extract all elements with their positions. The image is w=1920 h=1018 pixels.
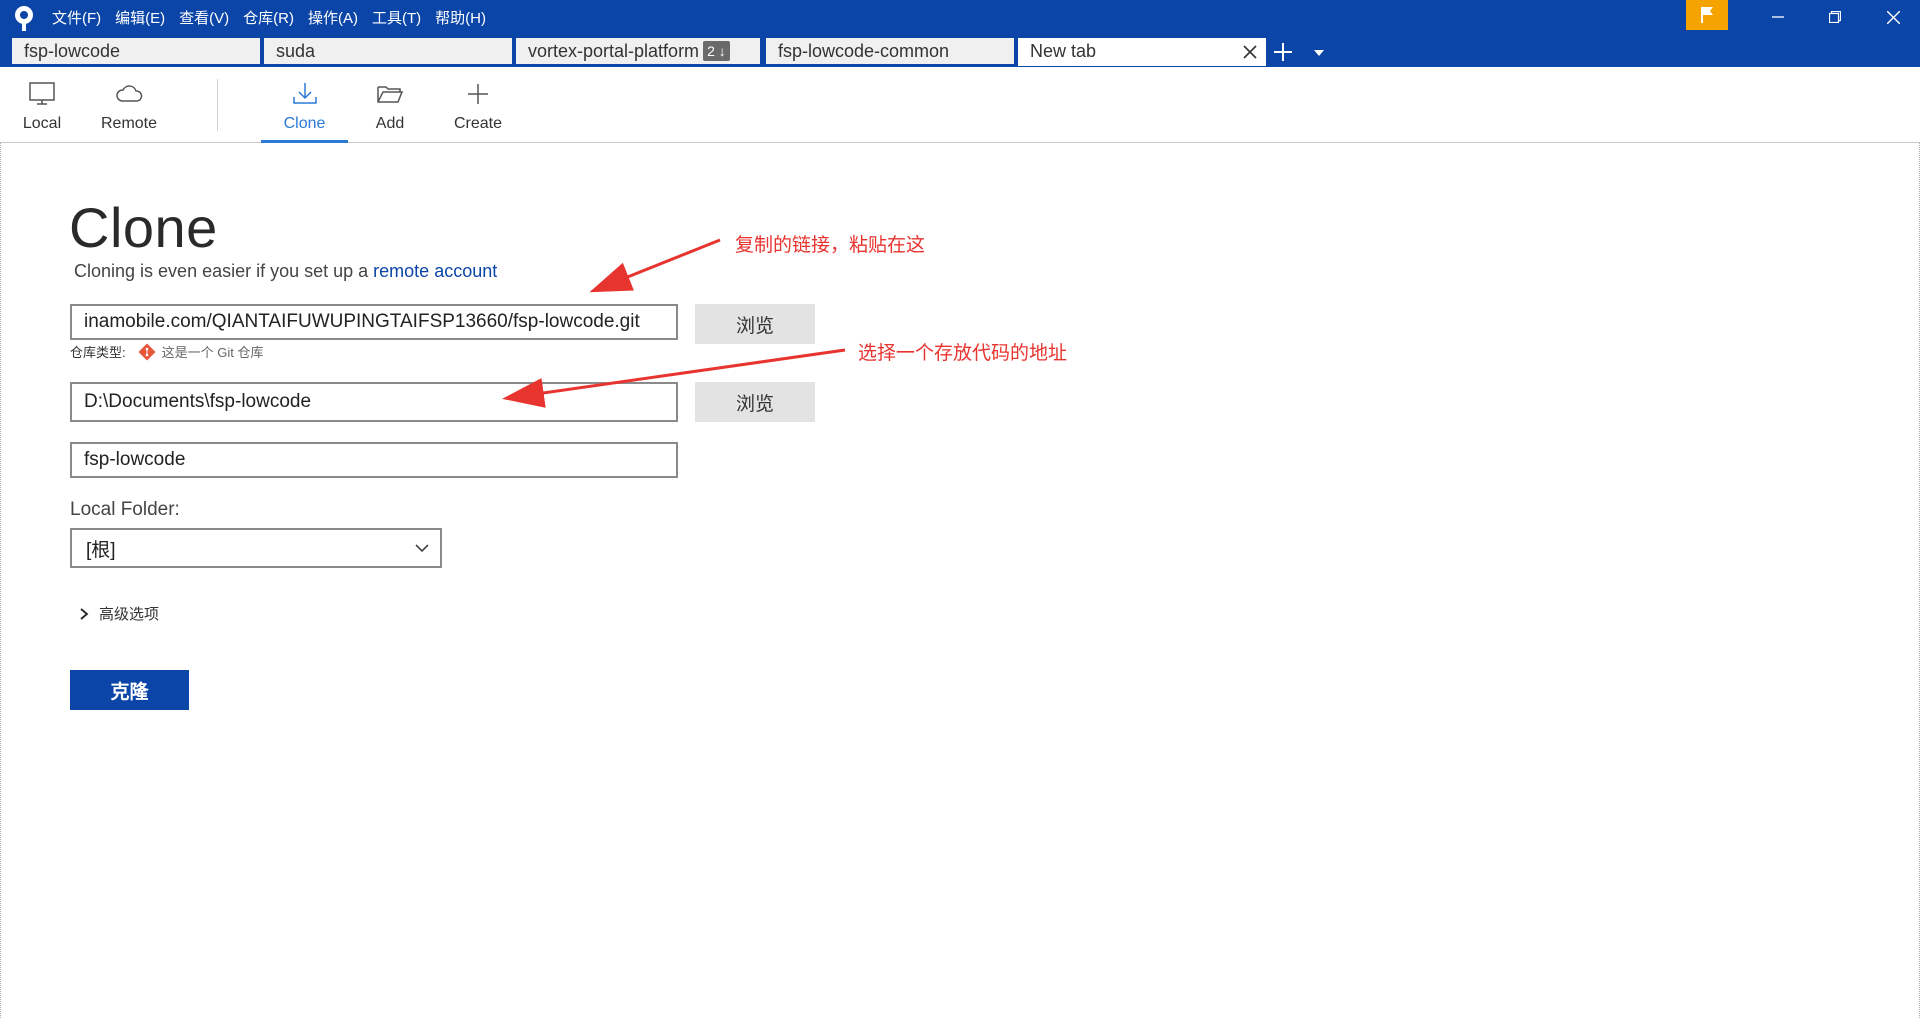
flag-icon [1701, 7, 1713, 23]
toolbar-separator [217, 79, 218, 131]
remote-account-link[interactable]: remote account [373, 261, 497, 281]
clone-panel: Clone Cloning is even easier if you set … [0, 143, 1920, 1018]
tab-label: fsp-lowcode-common [778, 40, 950, 61]
toolbar-clone-label: Clone [283, 115, 326, 132]
tab-label: New tab [1030, 40, 1097, 61]
minimize-button[interactable] [1755, 0, 1801, 34]
monitor-icon [29, 82, 55, 105]
menu-actions[interactable]: 操作(A) [308, 7, 358, 28]
annotation-choose-path: 选择一个存放代码的地址 [858, 343, 1068, 364]
restore-icon [1829, 11, 1841, 23]
local-folder-value: [根] [86, 539, 116, 561]
toolbar-local-label: Local [22, 115, 62, 132]
advanced-options-toggle[interactable]: 高级选项 [79, 603, 159, 624]
git-icon [138, 343, 156, 360]
repo-name-input[interactable] [70, 442, 678, 478]
menu-view[interactable]: 查看(V) [179, 7, 229, 28]
toolbar-clone[interactable]: Clone [261, 67, 348, 143]
toolbar: Local Remote Clone Add Create [0, 67, 1920, 143]
close-tab-icon[interactable] [1240, 42, 1260, 62]
subtitle-text: Cloning is even easier if you set up a [74, 261, 374, 281]
repo-type-label: 仓库类型: [70, 345, 126, 360]
destination-path-input[interactable] [70, 382, 678, 422]
browse-destination-button[interactable]: 浏览 [695, 382, 815, 422]
add-tab-icon[interactable] [1272, 41, 1294, 63]
folder-open-icon [377, 86, 404, 103]
menu-edit[interactable]: 编辑(E) [115, 7, 165, 28]
menu-help[interactable]: 帮助(H) [435, 7, 486, 28]
subtitle: Cloning is even easier if you set up a r… [74, 261, 497, 282]
tab-vortex-portal-platform[interactable]: vortex-portal-platform 2 ↓ [516, 38, 760, 66]
menu-bar: 文件(F) 编辑(E) 查看(V) 仓库(R) 操作(A) 工具(T) 帮助(H… [52, 0, 500, 34]
pull-count-badge: 2 ↓ [703, 41, 730, 61]
tab-label: vortex-portal-platform [528, 40, 700, 61]
flag-button[interactable] [1686, 0, 1728, 30]
annotation-paste-link: 复制的链接，粘贴在这 [735, 235, 926, 256]
repo-type-row: 仓库类型: 这是一个 Git 仓库 [70, 342, 263, 361]
toolbar-add[interactable]: Add [364, 67, 416, 143]
tab-label: suda [276, 40, 316, 61]
tab-dropdown-icon[interactable] [1312, 46, 1326, 60]
minimize-icon [1772, 16, 1784, 18]
plus-icon [468, 84, 488, 104]
menu-repository[interactable]: 仓库(R) [243, 7, 294, 28]
chevron-down-icon [415, 544, 429, 553]
local-folder-label: Local Folder: [70, 499, 180, 520]
tab-fsp-lowcode-common[interactable]: fsp-lowcode-common [766, 38, 1014, 66]
source-url-input[interactable] [70, 304, 678, 340]
restore-button[interactable] [1812, 0, 1858, 34]
local-folder-select[interactable]: [根] [70, 528, 442, 568]
tab-new-tab[interactable]: New tab [1018, 38, 1266, 66]
tab-label: fsp-lowcode [24, 40, 121, 61]
toolbar-local[interactable]: Local [14, 67, 70, 143]
browse-source-button[interactable]: 浏览 [695, 304, 815, 344]
toolbar-remote[interactable]: Remote [96, 67, 162, 143]
tab-suda[interactable]: suda [264, 38, 512, 66]
toolbar-add-label: Add [375, 115, 405, 132]
cloud-icon [116, 85, 143, 102]
toolbar-create-label: Create [453, 115, 503, 132]
sourcetree-logo-icon [15, 6, 33, 31]
toolbar-create[interactable]: Create [448, 67, 508, 143]
repo-type-value: 这是一个 Git 仓库 [161, 345, 264, 360]
tab-fsp-lowcode[interactable]: fsp-lowcode [12, 38, 260, 66]
advanced-options-label: 高级选项 [99, 606, 160, 623]
toolbar-remote-label: Remote [100, 115, 158, 132]
menu-file[interactable]: 文件(F) [52, 7, 101, 28]
page-title: Clone [69, 196, 218, 259]
title-bar: 文件(F) 编辑(E) 查看(V) 仓库(R) 操作(A) 工具(T) 帮助(H… [0, 0, 1920, 67]
chevron-right-icon [80, 607, 89, 620]
close-icon [1886, 10, 1900, 24]
menu-tools[interactable]: 工具(T) [372, 7, 421, 28]
close-window-button[interactable] [1870, 0, 1916, 34]
clone-button[interactable]: 克隆 [70, 670, 189, 710]
download-icon [292, 83, 317, 104]
